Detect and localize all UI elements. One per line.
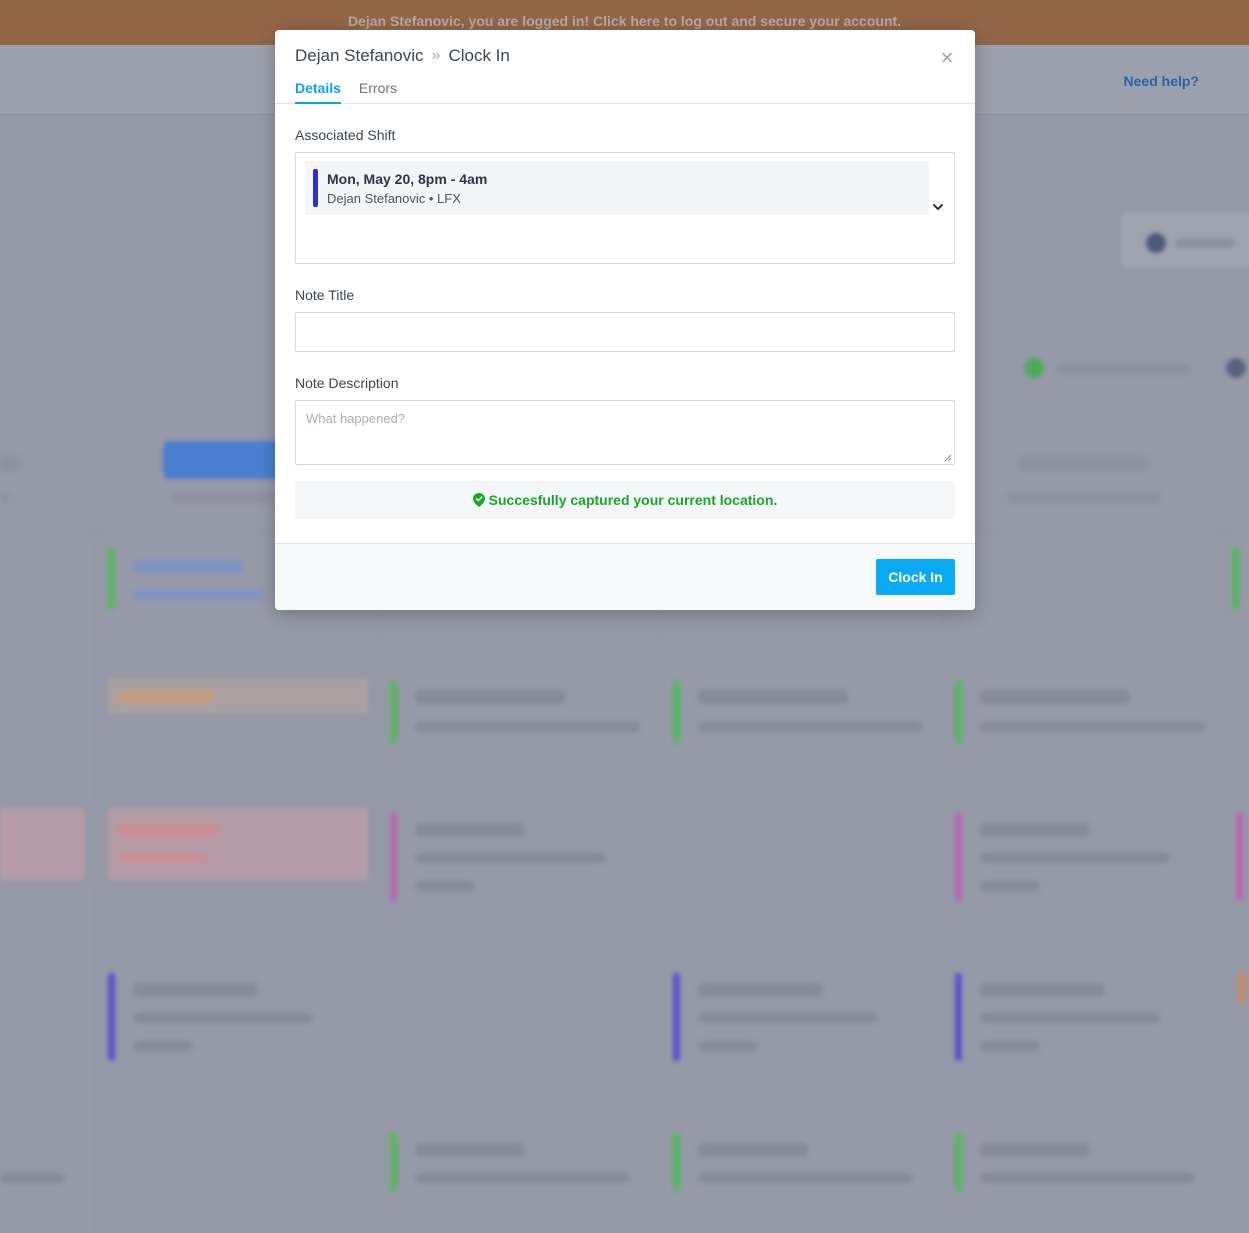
note-title-input[interactable] <box>295 312 955 352</box>
note-title-label: Note Title <box>295 287 355 303</box>
modal-tabs: Details Errors <box>295 80 955 104</box>
shift-employee-position: Dejan Stefanovic • LFX <box>327 191 461 206</box>
breadcrumb-employee-name: Dejan Stefanovic <box>295 46 424 65</box>
associated-shift-select[interactable]: Mon, May 20, 8pm - 4am Dejan Stefanovic … <box>295 152 955 264</box>
shift-time: Mon, May 20, 8pm - 4am <box>327 171 488 187</box>
breadcrumb-current-page: Clock In <box>448 46 510 65</box>
clock-in-modal: Dejan Stefanovic » Clock In × Details Er… <box>275 30 975 610</box>
note-description-placeholder: What happened? <box>306 411 406 426</box>
chevron-down-icon <box>933 204 943 210</box>
modal-header: Dejan Stefanovic » Clock In × Details Er… <box>275 30 975 104</box>
location-status: Succesfully captured your current locati… <box>295 481 955 519</box>
location-status-text: Succesfully captured your current locati… <box>488 492 778 508</box>
need-help-link[interactable]: Need help? <box>1124 73 1199 89</box>
tab-details[interactable]: Details <box>295 80 341 104</box>
close-icon[interactable]: × <box>937 47 957 69</box>
shift-color-bar <box>313 169 318 207</box>
note-description-textarea[interactable]: What happened? <box>295 400 955 465</box>
location-pin-icon <box>472 493 485 507</box>
associated-shift-label: Associated Shift <box>295 127 396 143</box>
modal-footer: Clock In <box>275 543 975 610</box>
breadcrumb-separator: » <box>431 47 441 64</box>
modal-body: Associated Shift Mon, May 20, 8pm - 4am … <box>275 127 975 519</box>
breadcrumb: Dejan Stefanovic » Clock In <box>295 46 955 66</box>
resize-grip-icon[interactable] <box>944 454 952 462</box>
selected-shift-card: Mon, May 20, 8pm - 4am Dejan Stefanovic … <box>305 161 929 215</box>
clock-in-button[interactable]: Clock In <box>876 559 955 595</box>
note-description-label: Note Description <box>295 375 399 391</box>
tab-errors[interactable]: Errors <box>359 80 397 104</box>
